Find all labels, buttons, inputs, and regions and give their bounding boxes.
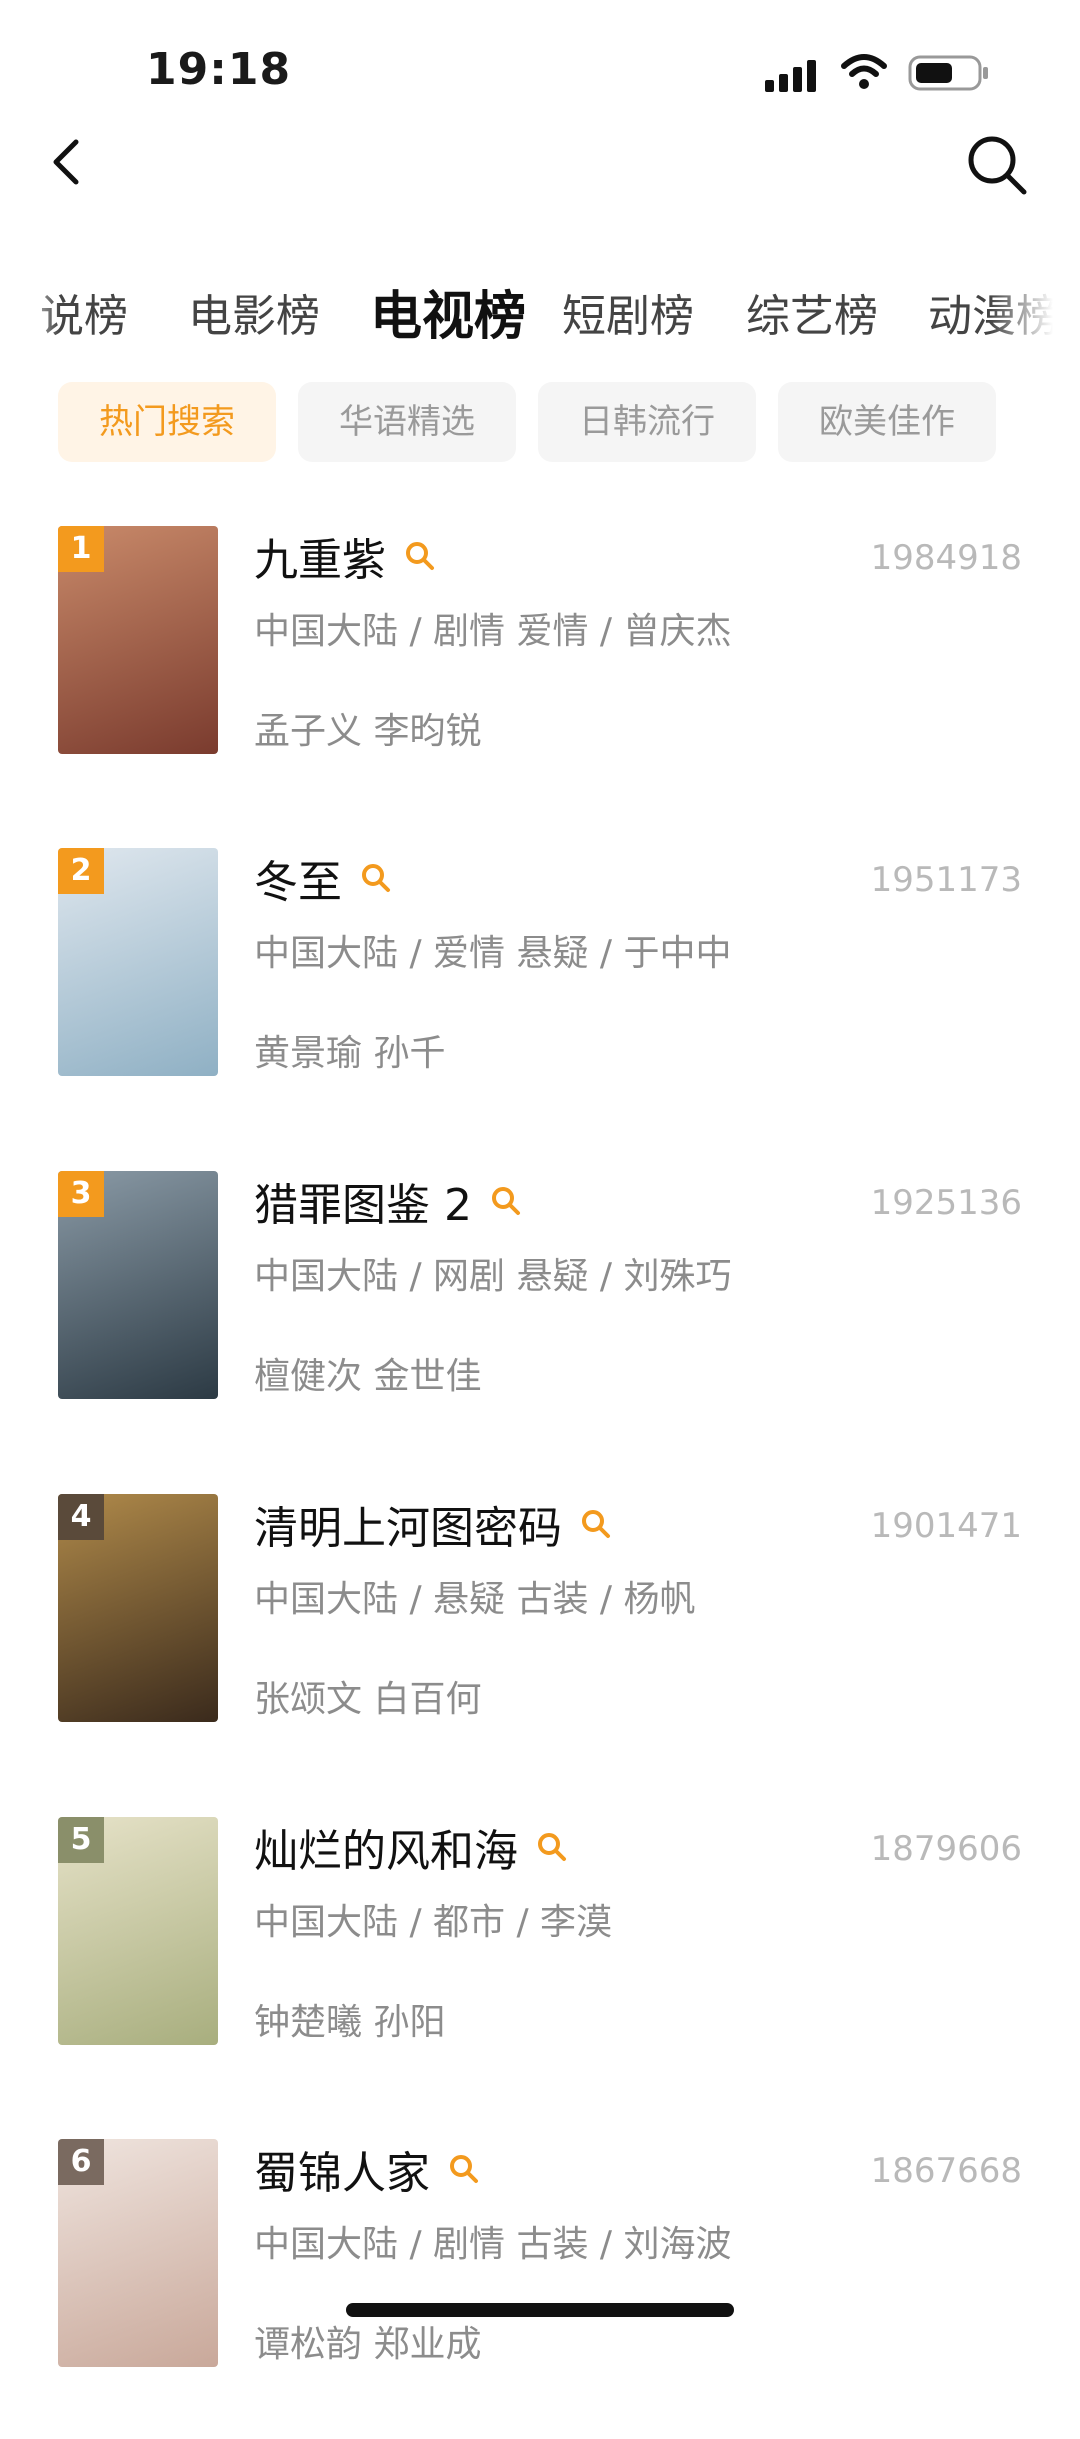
item-title[interactable]: 九重紫 (254, 524, 386, 588)
chip-chinese-picks[interactable]: 华语精选 (298, 382, 516, 462)
rank-badge: 5 (58, 1817, 104, 1863)
battery-icon (908, 55, 988, 91)
wifi-icon (841, 54, 887, 89)
tab-movie[interactable]: 电影榜 (188, 280, 320, 344)
rank-badge: 1 (58, 526, 104, 572)
item-title[interactable]: 冬至 (254, 846, 342, 910)
item-cast: 孟子义 李昀锐 (254, 711, 482, 752)
item-title[interactable]: 蜀锦人家 (254, 2137, 430, 2201)
search-icon[interactable] (360, 862, 392, 894)
tabs-fade-right (990, 270, 1080, 360)
status-bar: 19:18 (0, 0, 1080, 130)
chip-japan-korea[interactable]: 日韩流行 (538, 382, 756, 462)
search-count: 1879606 (870, 1829, 1022, 1869)
list-item[interactable]: 4 清明上河图密码 1901471 中国大陆 / 悬疑 古装 / 杨帆 张颂文 … (0, 1494, 1080, 1794)
item-cast: 谭松韵 郑业成 (254, 2324, 482, 2365)
poster-image[interactable]: 2 (58, 848, 218, 1076)
search-count: 1951173 (870, 860, 1022, 900)
rank-badge: 6 (58, 2139, 104, 2185)
search-icon[interactable] (964, 132, 1030, 198)
poster-image[interactable]: 6 (58, 2139, 218, 2367)
item-title[interactable]: 猎罪图鉴 2 (254, 1169, 472, 1233)
search-icon[interactable] (404, 540, 436, 572)
home-indicator[interactable] (346, 2303, 734, 2317)
rank-badge: 3 (58, 1171, 104, 1217)
rank-badge: 4 (58, 1494, 104, 1540)
item-meta: 中国大陆 / 悬疑 古装 / 杨帆 (254, 1579, 696, 1620)
item-meta: 中国大陆 / 爱情 悬疑 / 于中中 (254, 933, 732, 974)
item-meta: 中国大陆 / 剧情 爱情 / 曾庆杰 (254, 611, 732, 652)
status-time: 19:18 (146, 44, 292, 95)
list-item[interactable]: 6 蜀锦人家 1867668 中国大陆 / 剧情 古装 / 刘海波 谭松韵 郑业… (0, 2139, 1080, 2439)
item-cast: 钟楚曦 孙阳 (254, 2002, 446, 2043)
item-meta: 中国大陆 / 都市 / 李漠 (254, 1902, 613, 1943)
item-cast: 张颂文 白百何 (254, 1679, 482, 1720)
search-icon[interactable] (536, 1831, 568, 1863)
tab-short-drama[interactable]: 短剧榜 (562, 280, 694, 344)
list-item[interactable]: 2 冬至 1951173 中国大陆 / 爱情 悬疑 / 于中中 黄景瑜 孙千 (0, 848, 1080, 1148)
search-count: 1984918 (870, 538, 1022, 578)
poster-image[interactable]: 1 (58, 526, 218, 754)
poster-image[interactable]: 3 (58, 1171, 218, 1399)
item-meta: 中国大陆 / 剧情 古装 / 刘海波 (254, 2224, 732, 2265)
chip-hot-search[interactable]: 热门搜索 (58, 382, 276, 462)
item-meta: 中国大陆 / 网剧 悬疑 / 刘殊巧 (254, 1256, 732, 1297)
search-icon[interactable] (580, 1508, 612, 1540)
search-icon[interactable] (490, 1185, 522, 1217)
search-count: 1925136 (870, 1183, 1022, 1223)
signal-icon (765, 60, 816, 92)
category-tabs: 说榜 电影榜 电视榜 短剧榜 综艺榜 动漫榜 (0, 270, 1080, 360)
search-count: 1901471 (870, 1506, 1022, 1546)
list-item[interactable]: 1 九重紫 1984918 中国大陆 / 剧情 爱情 / 曾庆杰 孟子义 李昀锐 (0, 526, 1080, 826)
poster-image[interactable]: 4 (58, 1494, 218, 1722)
back-icon[interactable] (40, 130, 92, 194)
item-title[interactable]: 灿烂的风和海 (254, 1815, 518, 1879)
tab-tv[interactable]: 电视榜 (370, 274, 526, 349)
chip-western[interactable]: 欧美佳作 (778, 382, 996, 462)
item-cast: 黄景瑜 孙千 (254, 1033, 446, 1074)
poster-image[interactable]: 5 (58, 1817, 218, 2045)
rank-badge: 2 (58, 848, 104, 894)
item-cast: 檀健次 金世佳 (254, 1356, 482, 1397)
list-item[interactable]: 3 猎罪图鉴 2 1925136 中国大陆 / 网剧 悬疑 / 刘殊巧 檀健次 … (0, 1171, 1080, 1471)
tabs-fade-left (0, 270, 60, 360)
search-icon[interactable] (448, 2153, 480, 2185)
item-title[interactable]: 清明上河图密码 (254, 1492, 562, 1556)
tab-variety[interactable]: 综艺榜 (746, 280, 878, 344)
search-count: 1867668 (870, 2151, 1022, 2191)
list-item[interactable]: 5 灿烂的风和海 1879606 中国大陆 / 都市 / 李漠 钟楚曦 孙阳 (0, 1817, 1080, 2117)
